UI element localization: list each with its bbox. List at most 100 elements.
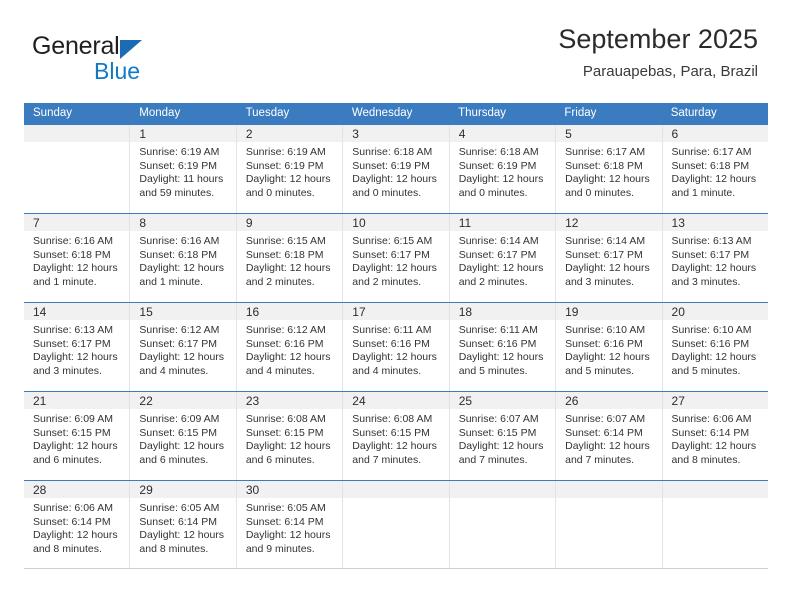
daylight-text-line1: Daylight: 12 hours bbox=[245, 262, 331, 275]
sunset-text: Sunset: 6:15 PM bbox=[33, 426, 111, 439]
calendar-day-cell[interactable]: 3 Sunrise: 6:18 AM Sunset: 6:19 PM Dayli… bbox=[343, 125, 450, 213]
day-number-band: 15 bbox=[130, 303, 236, 320]
day-details: Sunrise: 6:10 AM Sunset: 6:16 PM Dayligh… bbox=[663, 320, 768, 378]
calendar-day-cell[interactable]: 29 Sunrise: 6:05 AM Sunset: 6:14 PM Dayl… bbox=[130, 481, 237, 568]
day-details: Sunrise: 6:18 AM Sunset: 6:19 PM Dayligh… bbox=[450, 142, 555, 200]
sunrise-text: Sunrise: 6:11 AM bbox=[352, 324, 432, 336]
day-number: 12 bbox=[565, 216, 579, 230]
calendar-day-cell[interactable]: 14 Sunrise: 6:13 AM Sunset: 6:17 PM Dayl… bbox=[24, 303, 131, 391]
sunset-text: Sunset: 6:18 PM bbox=[245, 248, 324, 261]
calendar-day-cell[interactable]: 13 Sunrise: 6:13 AM Sunset: 6:17 PM Dayl… bbox=[662, 214, 768, 302]
calendar-day-cell[interactable]: 24 Sunrise: 6:08 AM Sunset: 6:15 PM Dayl… bbox=[343, 392, 450, 480]
brand-name-general: General bbox=[32, 32, 120, 60]
calendar-day-cell[interactable]: 28 Sunrise: 6:06 AM Sunset: 6:14 PM Dayl… bbox=[24, 481, 131, 568]
day-details: Sunrise: 6:08 AM Sunset: 6:15 PM Dayligh… bbox=[237, 409, 342, 467]
calendar-day-cell[interactable]: 23 Sunrise: 6:08 AM Sunset: 6:15 PM Dayl… bbox=[236, 392, 344, 480]
calendar-day-cell[interactable]: 20 Sunrise: 6:10 AM Sunset: 6:16 PM Dayl… bbox=[662, 303, 768, 391]
calendar-day-cell[interactable]: 18 Sunrise: 6:11 AM Sunset: 6:16 PM Dayl… bbox=[449, 303, 557, 391]
day-number: 15 bbox=[139, 305, 153, 319]
calendar-day-cell[interactable]: 22 Sunrise: 6:09 AM Sunset: 6:15 PM Dayl… bbox=[130, 392, 237, 480]
sunset-text: Sunset: 6:15 PM bbox=[458, 426, 537, 439]
sunset-text: Sunset: 6:16 PM bbox=[352, 337, 430, 350]
day-number: 5 bbox=[565, 127, 572, 141]
day-number-band bbox=[343, 481, 449, 498]
daylight-text-line2: and 0 minutes. bbox=[458, 186, 528, 199]
sunrise-text: Sunrise: 6:12 AM bbox=[139, 324, 220, 336]
sunrise-text: Sunrise: 6:17 AM bbox=[671, 146, 752, 158]
calendar-day-cell[interactable]: 10 Sunrise: 6:15 AM Sunset: 6:17 PM Dayl… bbox=[343, 214, 450, 302]
calendar-day-cell[interactable]: 8 Sunrise: 6:16 AM Sunset: 6:18 PM Dayli… bbox=[130, 214, 237, 302]
day-number: 4 bbox=[458, 127, 466, 141]
weekday-header-row: Sunday Monday Tuesday Wednesday Thursday… bbox=[24, 103, 768, 124]
calendar-day-cell[interactable]: 19 Sunrise: 6:10 AM Sunset: 6:16 PM Dayl… bbox=[556, 303, 663, 391]
sunrise-text: Sunrise: 6:16 AM bbox=[33, 235, 113, 247]
calendar-day-cell[interactable]: 17 Sunrise: 6:11 AM Sunset: 6:16 PM Dayl… bbox=[343, 303, 450, 391]
daylight-text-line1: Daylight: 12 hours bbox=[671, 351, 757, 364]
sunrise-text: Sunrise: 6:07 AM bbox=[458, 413, 539, 425]
day-number-band: 9 bbox=[236, 214, 343, 231]
day-number: 30 bbox=[245, 483, 260, 497]
calendar-day-cell bbox=[24, 125, 131, 213]
calendar-day-cell[interactable]: 6 Sunrise: 6:17 AM Sunset: 6:18 PM Dayli… bbox=[662, 125, 768, 213]
calendar-day-cell[interactable]: 21 Sunrise: 6:09 AM Sunset: 6:15 PM Dayl… bbox=[24, 392, 131, 480]
calendar-day-cell[interactable]: 2 Sunrise: 6:19 AM Sunset: 6:19 PM Dayli… bbox=[236, 125, 344, 213]
calendar-day-cell[interactable]: 5 Sunrise: 6:17 AM Sunset: 6:18 PM Dayli… bbox=[556, 125, 663, 213]
daylight-text-line2: and 8 minutes. bbox=[139, 542, 209, 555]
sunrise-text: Sunrise: 6:14 AM bbox=[458, 235, 539, 247]
calendar-day-cell[interactable]: 1 Sunrise: 6:19 AM Sunset: 6:19 PM Dayli… bbox=[130, 125, 237, 213]
calendar-day-cell[interactable]: 25 Sunrise: 6:07 AM Sunset: 6:15 PM Dayl… bbox=[449, 392, 557, 480]
daylight-text-line1: Daylight: 12 hours bbox=[352, 173, 437, 186]
sunrise-text: Sunrise: 6:17 AM bbox=[565, 146, 646, 158]
sunrise-text: Sunrise: 6:11 AM bbox=[458, 324, 538, 336]
daylight-text-line1: Daylight: 12 hours bbox=[352, 262, 437, 275]
day-details: Sunrise: 6:16 AM Sunset: 6:18 PM Dayligh… bbox=[24, 231, 129, 289]
day-details: Sunrise: 6:14 AM Sunset: 6:17 PM Dayligh… bbox=[450, 231, 555, 289]
day-details bbox=[663, 498, 768, 502]
calendar-day-cell[interactable]: 16 Sunrise: 6:12 AM Sunset: 6:16 PM Dayl… bbox=[236, 303, 344, 391]
calendar-day-cell[interactable]: 27 Sunrise: 6:06 AM Sunset: 6:14 PM Dayl… bbox=[662, 392, 768, 480]
sunrise-text: Sunrise: 6:09 AM bbox=[33, 413, 113, 425]
calendar-day-cell[interactable]: 12 Sunrise: 6:14 AM Sunset: 6:17 PM Dayl… bbox=[556, 214, 663, 302]
calendar-day-cell[interactable]: 15 Sunrise: 6:12 AM Sunset: 6:17 PM Dayl… bbox=[130, 303, 237, 391]
day-details: Sunrise: 6:08 AM Sunset: 6:15 PM Dayligh… bbox=[343, 409, 448, 467]
daylight-text-line1: Daylight: 12 hours bbox=[352, 351, 437, 364]
day-number-band: 29 bbox=[130, 481, 236, 498]
sunset-text: Sunset: 6:16 PM bbox=[458, 337, 537, 350]
sunrise-text: Sunrise: 6:13 AM bbox=[671, 235, 752, 247]
calendar-day-cell[interactable]: 9 Sunrise: 6:15 AM Sunset: 6:18 PM Dayli… bbox=[236, 214, 344, 302]
calendar-day-cell[interactable]: 4 Sunrise: 6:18 AM Sunset: 6:19 PM Dayli… bbox=[449, 125, 557, 213]
daylight-text-line1: Daylight: 12 hours bbox=[245, 173, 331, 186]
daylight-text-line1: Daylight: 12 hours bbox=[33, 262, 118, 275]
page-header: General Blue September 2025 Parauapebas,… bbox=[24, 22, 768, 96]
calendar-day-cell[interactable]: 11 Sunrise: 6:14 AM Sunset: 6:17 PM Dayl… bbox=[449, 214, 557, 302]
daylight-text-line2: and 6 minutes. bbox=[33, 453, 102, 466]
day-details bbox=[343, 498, 448, 502]
calendar-day-cell[interactable]: 26 Sunrise: 6:07 AM Sunset: 6:14 PM Dayl… bbox=[556, 392, 663, 480]
day-number-band: 6 bbox=[662, 125, 768, 142]
day-number: 20 bbox=[671, 305, 685, 319]
calendar-week-row: 14 Sunrise: 6:13 AM Sunset: 6:17 PM Dayl… bbox=[24, 302, 768, 391]
brand-logo[interactable]: General Blue bbox=[32, 32, 232, 88]
day-details: Sunrise: 6:16 AM Sunset: 6:18 PM Dayligh… bbox=[130, 231, 235, 289]
day-details: Sunrise: 6:05 AM Sunset: 6:14 PM Dayligh… bbox=[237, 498, 342, 556]
sunset-text: Sunset: 6:18 PM bbox=[33, 248, 111, 261]
day-number: 23 bbox=[245, 394, 260, 408]
sunrise-text: Sunrise: 6:08 AM bbox=[245, 413, 326, 425]
sunset-text: Sunset: 6:17 PM bbox=[352, 248, 430, 261]
day-details: Sunrise: 6:07 AM Sunset: 6:14 PM Dayligh… bbox=[556, 409, 661, 467]
daylight-text-line1: Daylight: 12 hours bbox=[565, 351, 650, 364]
day-number-band: 30 bbox=[236, 481, 343, 498]
day-number: 19 bbox=[565, 305, 579, 319]
sunset-text: Sunset: 6:19 PM bbox=[139, 159, 218, 172]
daylight-text-line2: and 6 minutes. bbox=[245, 453, 315, 466]
day-details: Sunrise: 6:12 AM Sunset: 6:16 PM Dayligh… bbox=[237, 320, 342, 378]
daylight-text-line1: Daylight: 12 hours bbox=[33, 351, 118, 364]
day-number-band: 22 bbox=[130, 392, 236, 409]
calendar-day-cell[interactable]: 30 Sunrise: 6:05 AM Sunset: 6:14 PM Dayl… bbox=[236, 481, 344, 568]
day-number-band: 10 bbox=[343, 214, 449, 231]
daylight-text-line2: and 4 minutes. bbox=[352, 364, 422, 377]
daylight-text-line2: and 3 minutes. bbox=[33, 364, 102, 377]
calendar-day-cell[interactable]: 7 Sunrise: 6:16 AM Sunset: 6:18 PM Dayli… bbox=[24, 214, 131, 302]
daylight-text-line2: and 5 minutes. bbox=[565, 364, 634, 377]
day-number: 18 bbox=[458, 305, 473, 319]
